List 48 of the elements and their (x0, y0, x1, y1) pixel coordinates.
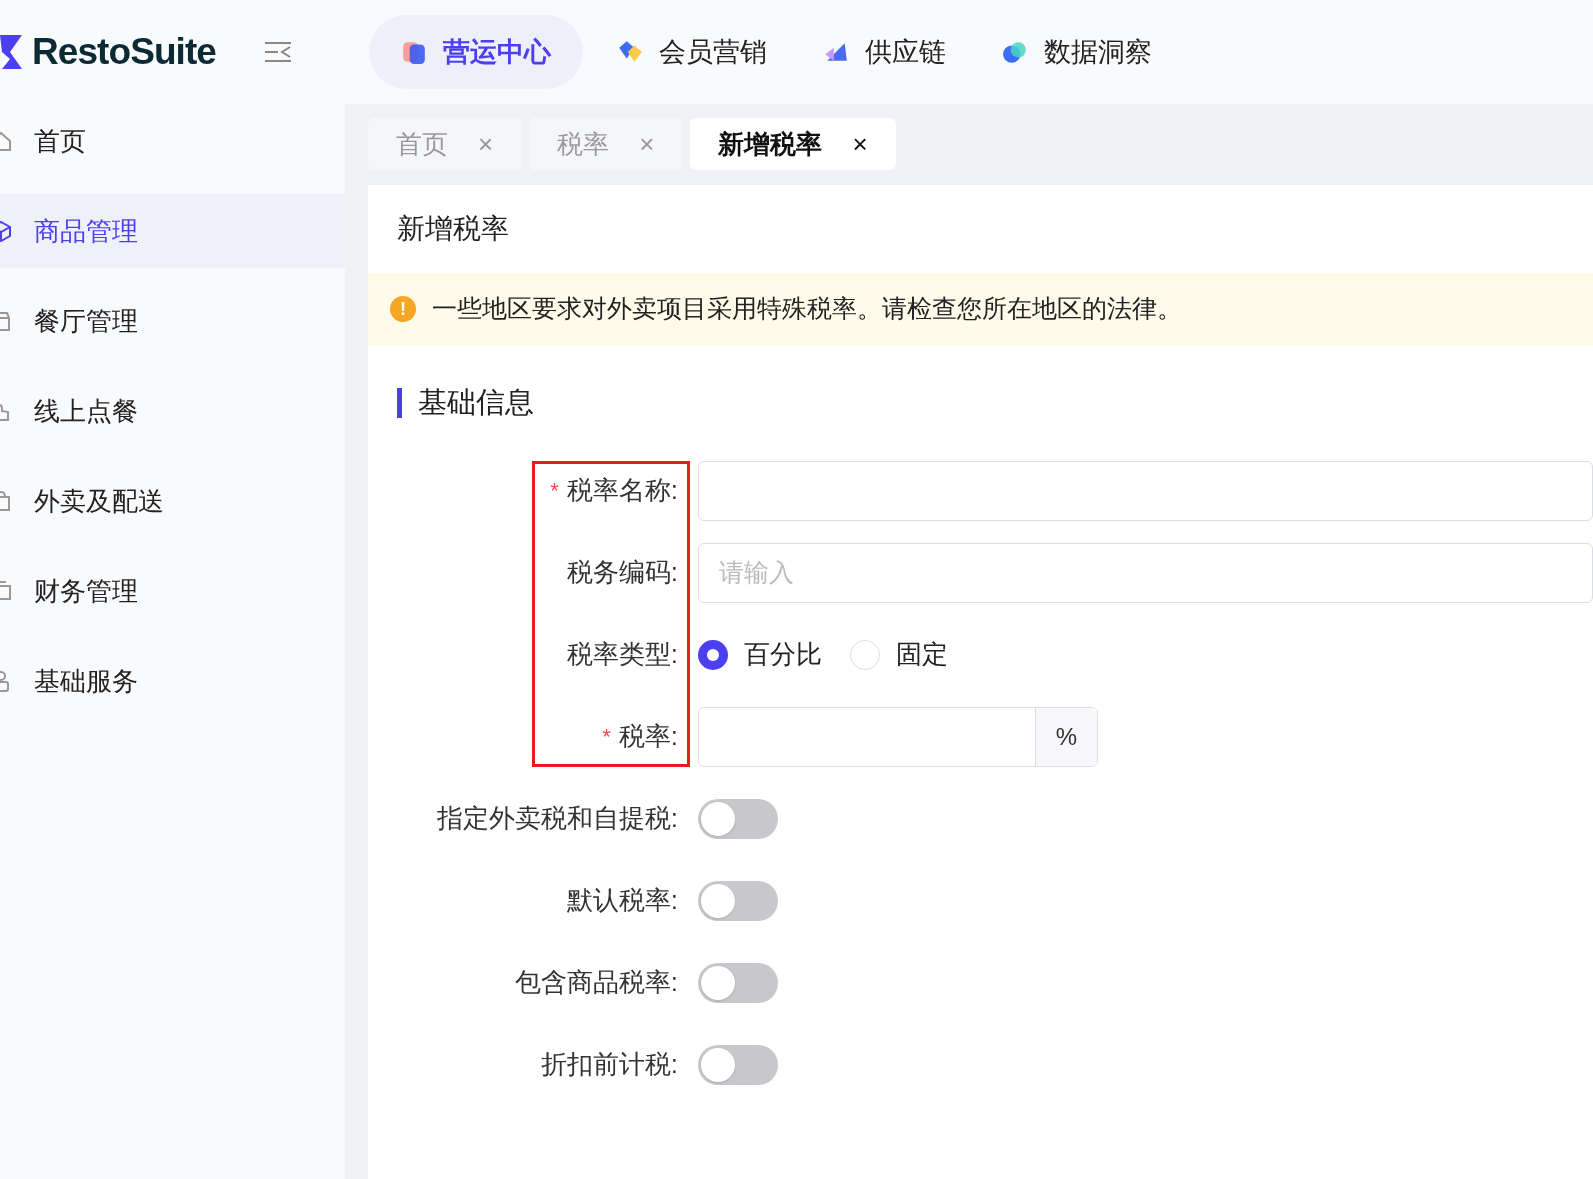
radio-option[interactable]: 固定 (850, 635, 948, 674)
field-label: 指定外卖税和自提税: (436, 802, 678, 835)
radio-option[interactable]: 百分比 (698, 635, 822, 674)
field-label: 税务编码: (566, 556, 678, 589)
toggle-switch[interactable] (698, 1044, 778, 1085)
sidebar-item[interactable]: 线上点餐 (0, 374, 345, 448)
section-title: 基础信息 (418, 385, 534, 420)
required-mark: * (602, 723, 611, 751)
input-field[interactable] (698, 460, 1593, 521)
app-icon (401, 39, 427, 65)
top-nav-tab[interactable]: 会员营销 (595, 15, 789, 89)
field-label: 税率: (618, 720, 678, 753)
close-button[interactable]: × (852, 124, 868, 164)
menu-collapse-icon[interactable] (264, 41, 292, 63)
home-icon (0, 130, 12, 152)
rate-input[interactable]: % (698, 706, 1098, 767)
required-mark: * (550, 477, 559, 505)
box-icon (0, 220, 12, 242)
radio-button[interactable] (698, 639, 728, 670)
section-marker (397, 387, 402, 418)
radio-button[interactable] (850, 639, 880, 670)
toggle-switch[interactable] (698, 962, 778, 1003)
field-label: 折扣前计税: (540, 1048, 678, 1081)
logo-icon (0, 33, 24, 71)
top-nav-tab[interactable]: 供应链 (801, 15, 968, 89)
sidebar-item[interactable]: 首页 (0, 104, 345, 178)
warning-text: 一些地区要求对外卖项目采用特殊税率。请检查您所在地区的法律。 (432, 293, 1182, 325)
field-label: 默认税率: (566, 884, 678, 917)
field-label: 税率名称: (566, 474, 678, 507)
page-tab[interactable]: 新增税率 × (690, 118, 896, 170)
page-title: 新增税率 (397, 212, 509, 246)
sidebar-item[interactable]: 财务管理 (0, 554, 345, 628)
sidebar-item[interactable]: 基础服务 (0, 644, 345, 718)
input-field[interactable]: 请输入 (698, 542, 1593, 603)
warning-icon: ! (390, 296, 416, 322)
field-label: 包含商品税率: (514, 966, 678, 999)
percent-suffix: % (1035, 707, 1097, 766)
sidebar-item[interactable]: 餐厅管理 (0, 284, 345, 358)
app-icon (1002, 39, 1028, 65)
sidebar-item[interactable]: 外卖及配送 (0, 464, 345, 538)
toggle-switch[interactable] (698, 798, 778, 839)
top-nav-tab[interactable]: 营运中心 (369, 15, 583, 89)
top-nav-tab[interactable]: 数据洞察 (980, 15, 1174, 89)
field-label: 税率类型: (566, 638, 678, 671)
sidebar-item[interactable]: 商品管理 (0, 194, 345, 268)
toggle-switch[interactable] (698, 880, 778, 921)
app-icon (617, 39, 643, 65)
brand-name: RestoSuite (32, 30, 216, 75)
